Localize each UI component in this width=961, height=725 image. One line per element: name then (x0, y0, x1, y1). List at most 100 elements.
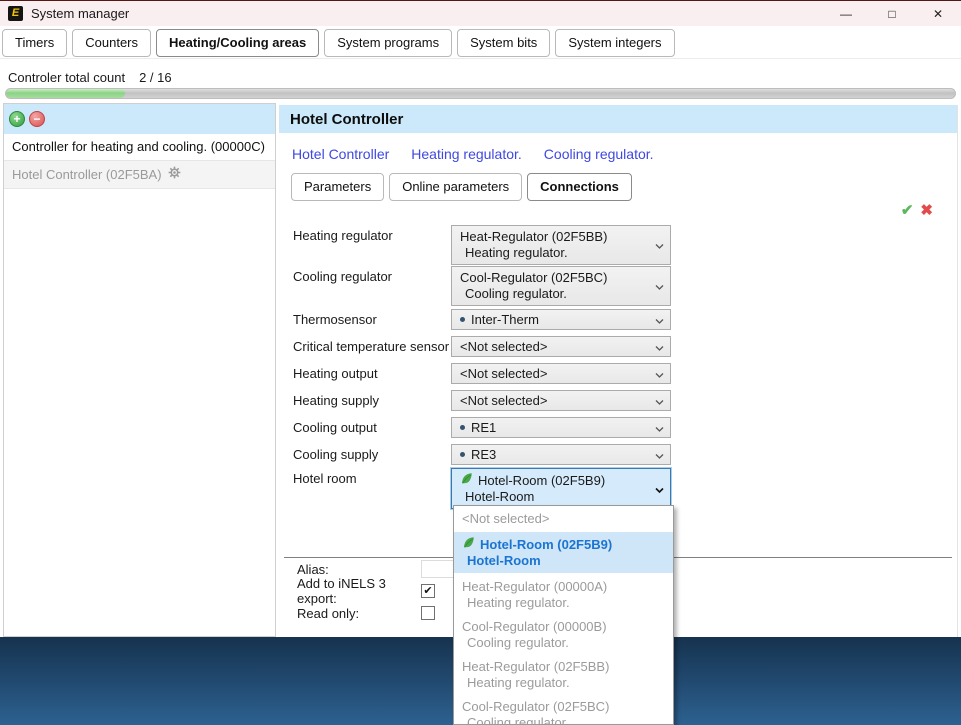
controller-list-panel: + − Controller for heating and cooling. … (3, 103, 276, 637)
dropdown-item-cool-regulator-02f5bc[interactable]: Cool-Regulator (02F5BC) Cooling regulato… (454, 697, 673, 725)
critical-temperature-sensor-combobox[interactable]: <Not selected> (451, 336, 671, 357)
form-row-heating-output: Heating output <Not selected> (293, 363, 943, 384)
combo-value-line2: Heating regulator. (465, 245, 568, 260)
controller-list-toolbar: + − (4, 104, 275, 134)
tab-parameters[interactable]: Parameters (291, 173, 385, 201)
controller-list-item-selected[interactable]: Hotel Controller (02F5BA) (4, 161, 275, 189)
controller-list-item[interactable]: Controller for heating and cooling. (000… (4, 134, 275, 161)
titlebar: E System manager — □ ✕ (0, 1, 961, 26)
chevron-down-icon (655, 366, 664, 381)
confirm-icon[interactable]: ✔ (901, 201, 914, 219)
cooling-supply-combobox[interactable]: RE3 (451, 444, 671, 465)
combo-value-line1: Heat-Regulator (02F5BB) (460, 229, 608, 244)
heating-supply-combobox[interactable]: <Not selected> (451, 390, 671, 411)
dropdown-item-heat-regulator-00000a[interactable]: Heat-Regulator (00000A) Heating regulato… (454, 577, 673, 613)
readonly-label: Read only: (297, 605, 360, 621)
field-label: Heating output (293, 366, 378, 381)
bullet-icon (460, 317, 465, 322)
combo-value: <Not selected> (460, 339, 548, 354)
form-actions: ✔ ✖ (901, 201, 933, 219)
tab-timers[interactable]: Timers (2, 29, 68, 57)
window-controls: — □ ✕ (823, 1, 961, 26)
chevron-down-icon (655, 339, 664, 354)
detail-tabs: Parameters Online parameters Connections (291, 173, 957, 201)
dropdown-item-text: <Not selected> (462, 511, 550, 526)
export-checkbox[interactable]: ✔ (421, 584, 435, 598)
link-hotel-controller[interactable]: Hotel Controller (292, 146, 389, 162)
hotel-room-combobox[interactable]: Hotel-Room (02F5B9) Hotel-Room (451, 468, 671, 509)
readonly-checkbox[interactable] (421, 606, 435, 620)
dropdown-item-line2: Cooling regulator. (467, 715, 569, 725)
form-row-critical-temperature-sensor: Critical temperature sensor <Not selecte… (293, 336, 943, 357)
controller-count-progressbar (5, 88, 956, 99)
form-row-hotel-room: Hotel room Hotel-Room (02F5B9) Hotel-Roo… (293, 468, 943, 509)
tab-system-integers[interactable]: System integers (555, 29, 675, 57)
dropdown-item-line1: Cool-Regulator (02F5BC) (462, 699, 610, 714)
field-label: Thermosensor (293, 312, 377, 327)
heating-output-combobox[interactable]: <Not selected> (451, 363, 671, 384)
hotel-room-dropdown-list: <Not selected> Hotel-Room (02F5B9) Hotel… (453, 505, 674, 725)
tab-system-bits[interactable]: System bits (457, 29, 551, 57)
cooling-output-combobox[interactable]: RE1 (451, 417, 671, 438)
alias-label: Alias: (297, 561, 329, 577)
cancel-icon[interactable]: ✖ (920, 201, 933, 219)
chevron-down-icon (655, 279, 664, 294)
combo-value: <Not selected> (460, 393, 548, 408)
thermosensor-combobox[interactable]: Inter-Therm (451, 309, 671, 330)
progress-fill (6, 89, 125, 98)
combo-value-line1: Hotel-Room (02F5B9) (478, 472, 606, 488)
chevron-down-icon (655, 312, 664, 327)
controller-count-label: Controler total count 2 / 16 (8, 70, 172, 85)
dropdown-item-line1: Hotel-Room (02F5B9) (480, 536, 613, 552)
dropdown-item-heat-regulator-02f5bb[interactable]: Heat-Regulator (02F5BB) Heating regulato… (454, 657, 673, 693)
leaf-icon (462, 536, 475, 553)
connections-form: Heating regulator Heat-Regulator (02F5BB… (293, 225, 943, 509)
bullet-icon (460, 452, 465, 457)
combo-value: RE1 (471, 420, 497, 435)
tab-online-parameters[interactable]: Online parameters (389, 173, 523, 201)
combo-value: <Not selected> (460, 366, 548, 381)
combo-value: Inter-Therm (471, 312, 539, 327)
heating-regulator-combobox[interactable]: Heat-Regulator (02F5BB) Heating regulato… (451, 225, 671, 265)
combo-value-line2: Hotel-Room (465, 489, 535, 504)
dropdown-item-line1: Heat-Regulator (02F5BB) (462, 659, 610, 674)
chevron-down-icon (655, 420, 664, 435)
chevron-down-icon (655, 447, 664, 462)
field-label: Hotel room (293, 471, 357, 486)
system-manager-window: E System manager — □ ✕ Timers Counters H… (0, 0, 961, 725)
tab-system-programs[interactable]: System programs (324, 29, 453, 57)
remove-controller-button[interactable]: − (29, 111, 45, 127)
dropdown-item-cool-regulator-00000b[interactable]: Cool-Regulator (00000B) Cooling regulato… (454, 617, 673, 653)
dropdown-item-hotel-room[interactable]: Hotel-Room (02F5B9) Hotel-Room (454, 532, 673, 573)
field-label: Cooling supply (293, 447, 379, 462)
field-label: Heating supply (293, 393, 379, 408)
tab-counters[interactable]: Counters (72, 29, 151, 57)
cooling-regulator-combobox[interactable]: Cool-Regulator (02F5BC) Cooling regulato… (451, 266, 671, 306)
window-title: System manager (31, 6, 130, 21)
combo-value: RE3 (471, 447, 497, 462)
controller-count-text: Controler total count (8, 70, 126, 85)
dropdown-item-line2: Heating regulator. (467, 675, 570, 690)
field-label: Cooling output (293, 420, 377, 435)
controller-item-label: Hotel Controller (02F5BA) (12, 166, 162, 182)
dropdown-item-not-selected[interactable]: <Not selected> (454, 509, 673, 529)
close-button[interactable]: ✕ (915, 1, 961, 26)
form-row-cooling-supply: Cooling supply RE3 (293, 444, 943, 465)
form-row-heating-supply: Heating supply <Not selected> (293, 390, 943, 411)
link-heating-regulator[interactable]: Heating regulator. (411, 146, 522, 162)
link-cooling-regulator[interactable]: Cooling regulator. (544, 146, 654, 162)
chevron-down-icon (655, 393, 664, 408)
form-row-thermosensor: Thermosensor Inter-Therm (293, 309, 943, 330)
leaf-icon (460, 472, 473, 489)
chevron-down-icon (655, 481, 664, 496)
chevron-down-icon (655, 238, 664, 253)
maximize-button[interactable]: □ (869, 1, 915, 26)
gear-icon[interactable] (168, 166, 181, 182)
dropdown-item-line1: Cool-Regulator (00000B) (462, 619, 607, 634)
tab-heating-cooling-areas[interactable]: Heating/Cooling areas (156, 29, 320, 57)
field-label: Cooling regulator (293, 269, 393, 284)
minimize-button[interactable]: — (823, 1, 869, 26)
checkbox-check-icon: ✔ (423, 584, 433, 597)
add-controller-button[interactable]: + (9, 111, 25, 127)
tab-connections[interactable]: Connections (527, 173, 632, 201)
